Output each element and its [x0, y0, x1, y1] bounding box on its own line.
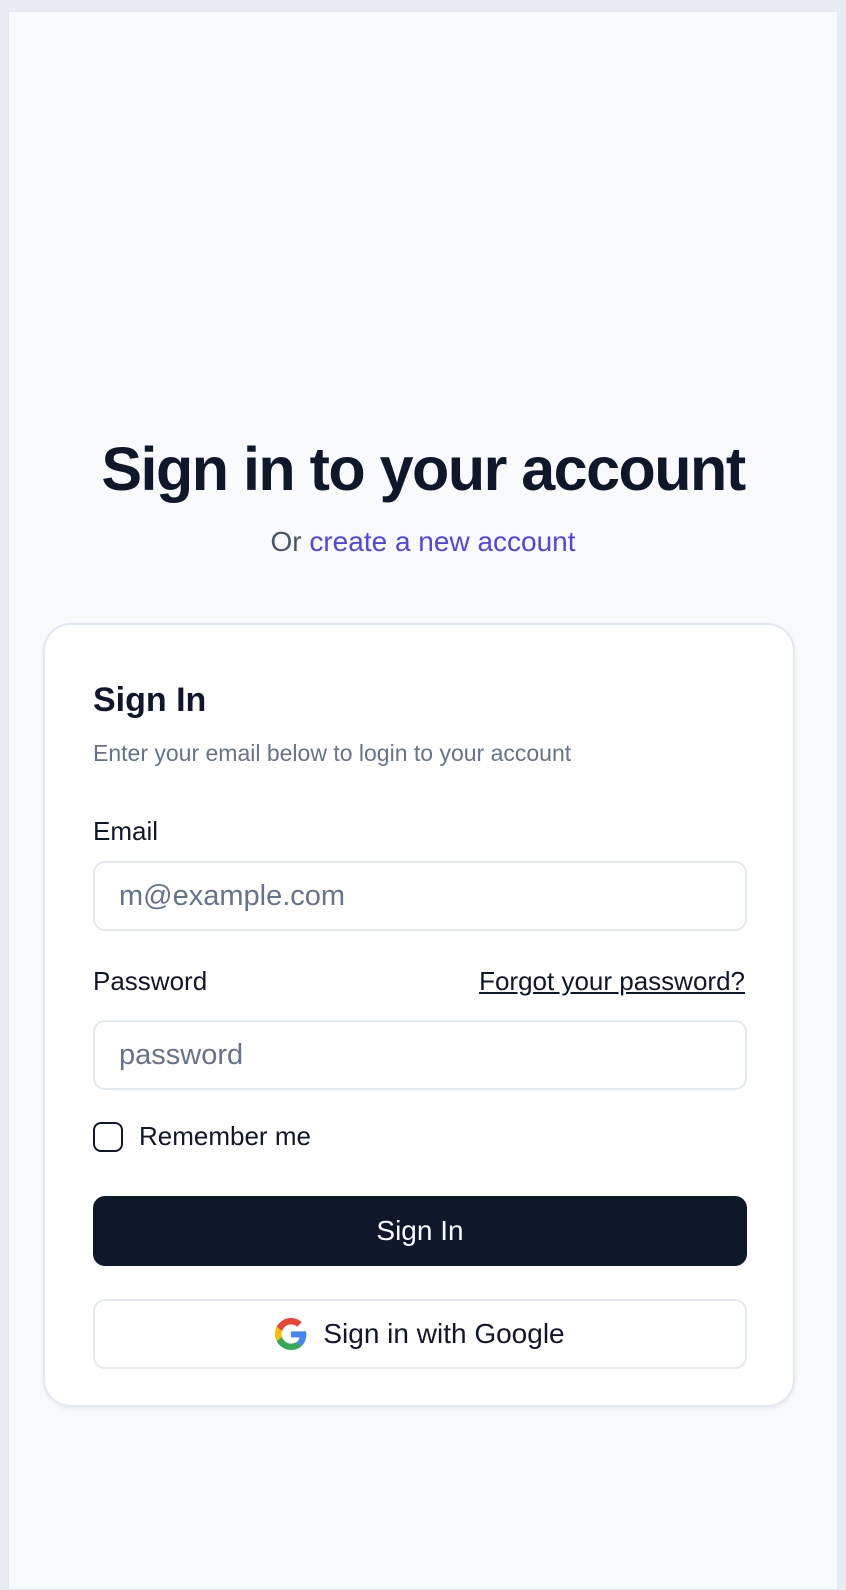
email-label: Email [93, 816, 159, 846]
remember-me-label: Remember me [139, 1121, 311, 1151]
sign-in-button-label: Sign In [376, 1215, 464, 1246]
password-input[interactable] [93, 1020, 747, 1090]
sign-in-card: Sign In Enter your email below to login … [43, 623, 795, 1407]
create-account-link[interactable]: create a new account [309, 526, 575, 557]
card-description: Enter your email below to login to your … [93, 740, 572, 766]
card-title: Sign In [93, 681, 207, 719]
page-heading: Sign in to your account [101, 435, 746, 503]
forgot-password-link[interactable]: Forgot your password? [479, 966, 745, 997]
google-sign-in-button[interactable]: Sign in with Google [93, 1299, 747, 1369]
email-input[interactable] [93, 861, 747, 931]
google-icon [275, 1318, 307, 1350]
remember-me-checkbox[interactable] [93, 1121, 123, 1152]
subheading-prefix: Or [270, 526, 302, 557]
password-label: Password [93, 966, 208, 996]
google-button-label: Sign in with Google [323, 1318, 565, 1349]
remember-me-row: Remember me [93, 1121, 311, 1152]
page-subheading: Or create a new account [9, 525, 837, 559]
sign-in-button[interactable]: Sign In [93, 1196, 747, 1266]
page-viewport: Sign in to your account Or create a new … [8, 11, 838, 1590]
